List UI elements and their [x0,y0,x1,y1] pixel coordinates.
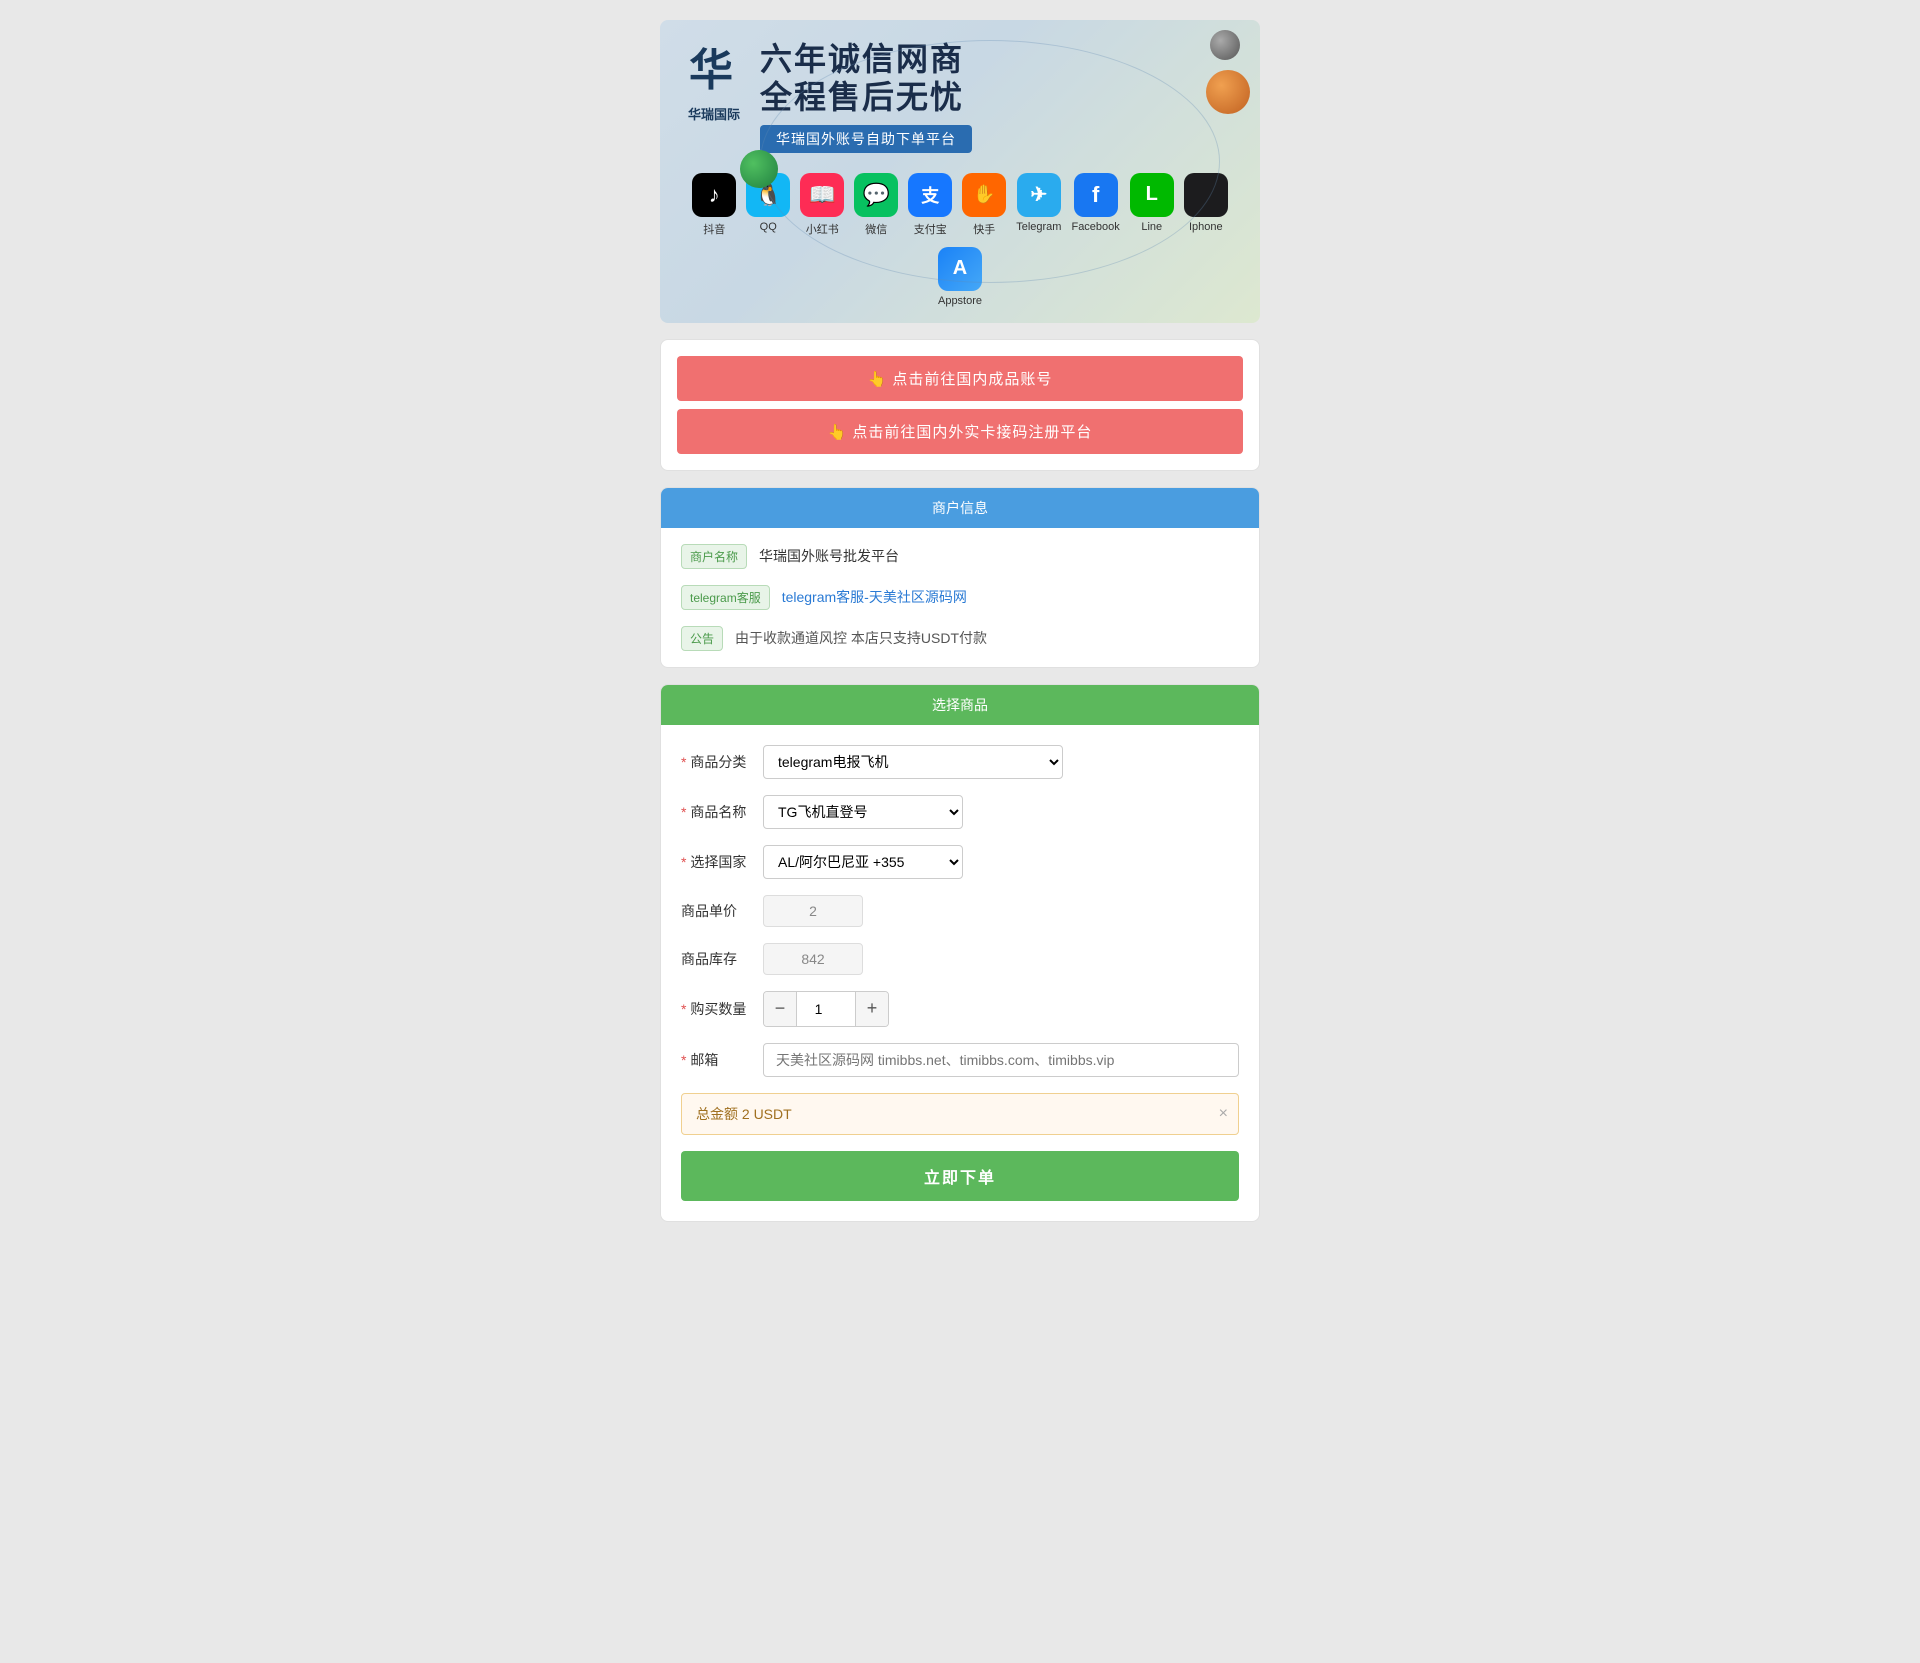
notice-value: 由于收款通道风控 本店只支持USDT付款 [735,628,987,648]
tiktok-label: 抖音 [703,221,725,237]
foreign-card-button[interactable]: 👆 点击前往国内外实卡接码注册平台 [677,409,1243,454]
merchant-info-section: 商户信息 商户名称 华瑞国外账号批发平台 telegram客服 telegram… [660,487,1260,668]
order-section-header: 选择商品 [661,685,1259,725]
email-row: 邮箱 [681,1043,1239,1077]
stock-row: 商品库存 842 [681,943,1239,975]
planet-green [740,150,778,188]
quantity-label: 购买数量 [681,999,751,1019]
tiktok-icon: ♪ [692,173,736,217]
telegram-support-row: telegram客服 telegram客服-天美社区源码网 [681,585,1239,610]
total-amount-text: 总金额 2 USDT [696,1106,792,1122]
planet-gray [1210,30,1240,60]
brand-name: 华瑞国际 [688,104,740,123]
app-tiktok[interactable]: ♪ 抖音 [692,173,736,237]
product-name-select[interactable]: TG飞机直登号 TG飞机养号 TG飞机新号 [763,795,963,829]
total-notice: 总金额 2 USDT × [681,1093,1239,1135]
email-input[interactable] [763,1043,1239,1077]
quantity-increment-button[interactable]: + [856,992,888,1026]
unit-price-row: 商品单价 2 [681,895,1239,927]
country-select[interactable]: AL/阿尔巴尼亚 +355 US/美国 +1 UK/英国 +44 [763,845,963,879]
brand-logo: 华 华瑞国际 [684,40,744,123]
svg-text:华: 华 [689,46,733,95]
country-row: 选择国家 AL/阿尔巴尼亚 +355 US/美国 +1 UK/英国 +44 [681,845,1239,879]
country-label: 选择国家 [681,852,751,872]
notice-row: 公告 由于收款通道风控 本店只支持USDT付款 [681,626,1239,651]
telegram-support-link[interactable]: telegram客服-天美社区源码网 [782,587,967,607]
quantity-control: − + [763,991,889,1027]
iphone-label: Iphone [1189,221,1223,233]
merchant-section-header: 商户信息 [661,488,1259,528]
category-label: 商品分类 [681,752,751,772]
banner-section: 华 华瑞国际 六年诚信网商 全程售后无忧 华瑞国外账号自助下单平台 ♪ 抖音 🐧 [660,20,1260,323]
appstore-label: Appstore [938,295,982,307]
product-name-label: 商品名称 [681,802,751,822]
qq-label: QQ [760,221,777,233]
domestic-account-button[interactable]: 👆 点击前往国内成品账号 [677,356,1243,401]
merchant-name-label: 商户名称 [681,544,747,569]
planet-orange [1206,70,1250,114]
product-name-row: 商品名称 TG飞机直登号 TG飞机养号 TG飞机新号 [681,795,1239,829]
unit-price-value: 2 [763,895,863,927]
total-close-button[interactable]: × [1219,1105,1228,1123]
merchant-name-value: 华瑞国外账号批发平台 [759,546,899,566]
submit-order-button[interactable]: 立即下单 [681,1151,1239,1201]
quantity-decrement-button[interactable]: − [764,992,796,1026]
quantity-input[interactable] [796,992,856,1026]
email-label: 邮箱 [681,1050,751,1070]
telegram-label-tag: telegram客服 [681,585,770,610]
stock-value: 842 [763,943,863,975]
announcement-section: 👆 点击前往国内成品账号 👆 点击前往国内外实卡接码注册平台 [660,339,1260,471]
merchant-name-row: 商户名称 华瑞国外账号批发平台 [681,544,1239,569]
stock-label: 商品库存 [681,949,751,969]
notice-label-tag: 公告 [681,626,723,651]
category-row: 商品分类 telegram电报飞机 微信 QQ 抖音 Facebook [681,745,1239,779]
unit-price-label: 商品单价 [681,901,751,921]
category-select[interactable]: telegram电报飞机 微信 QQ 抖音 Facebook [763,745,1063,779]
quantity-row: 购买数量 − + [681,991,1239,1027]
order-form-section: 选择商品 商品分类 telegram电报飞机 微信 QQ 抖音 Facebook… [660,684,1260,1222]
